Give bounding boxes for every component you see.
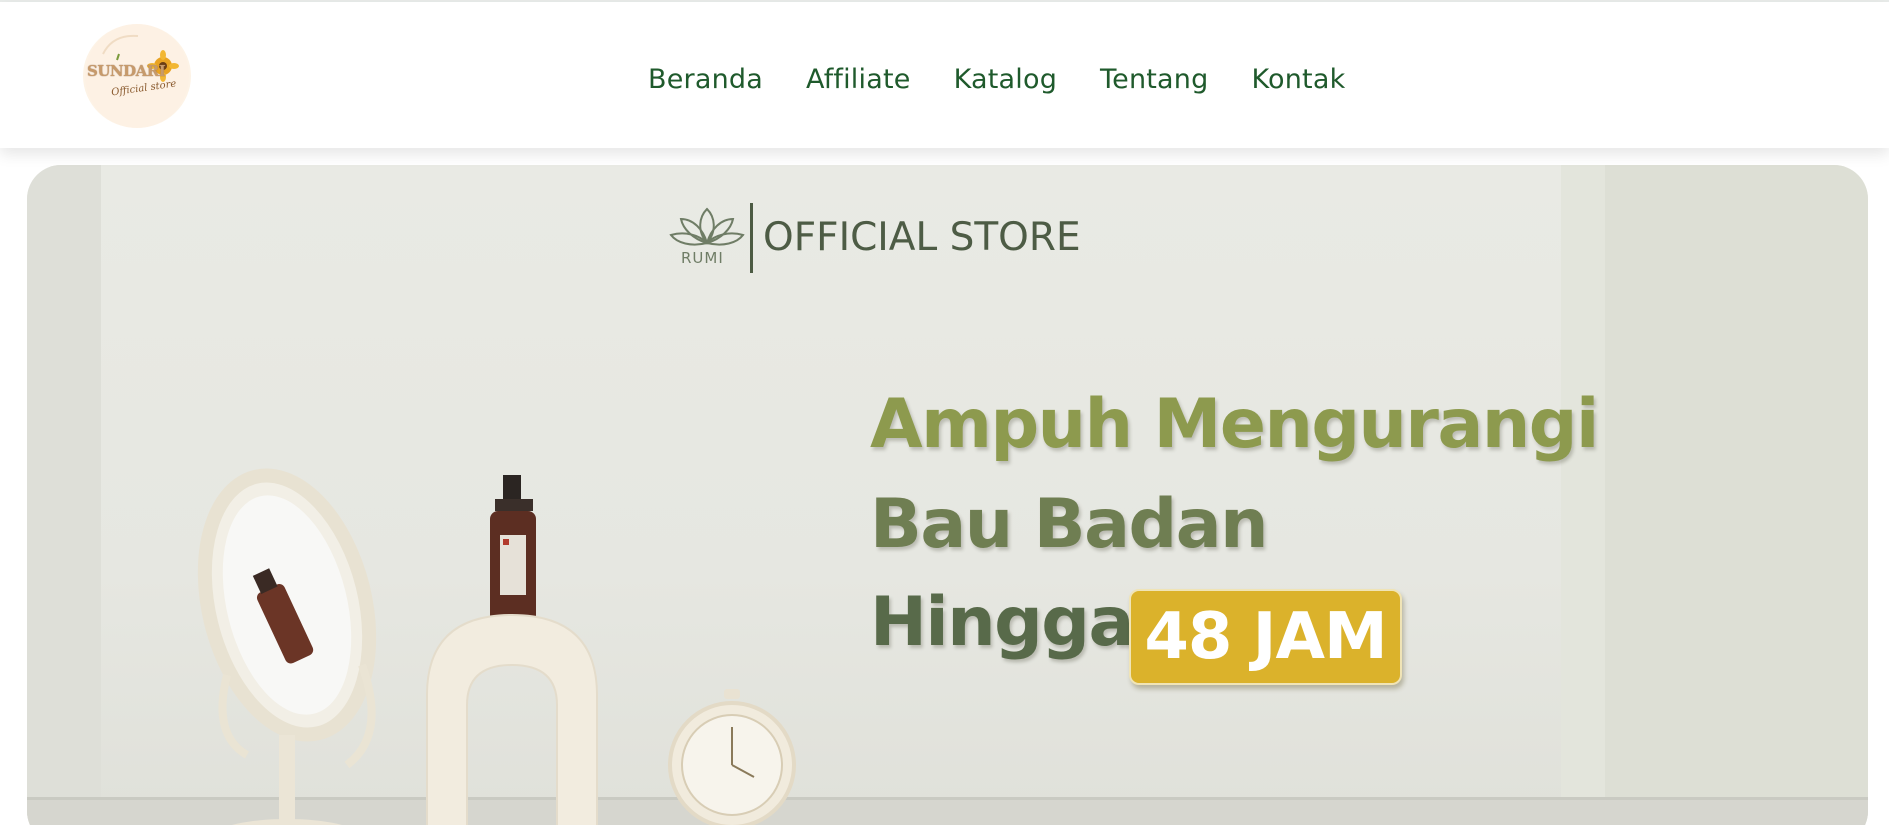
nav-link-affiliate[interactable]: Affiliate [806, 64, 911, 95]
vase-illustration [426, 475, 598, 825]
site-header: SUNDARI Official store Beranda Affiliate… [0, 2, 1889, 148]
site-logo[interactable]: SUNDARI Official store [83, 24, 191, 128]
rumi-logo-text: RUMI [681, 249, 724, 267]
headline-line-1: Ampuh Mengurangi [870, 385, 1599, 464]
nav-link-beranda[interactable]: Beranda [648, 64, 763, 95]
headline-line-2: Bau Badan [870, 485, 1269, 564]
hero-right-panel [1605, 165, 1868, 825]
nav-link-kontak[interactable]: Kontak [1251, 64, 1345, 95]
logo-brand-text: SUNDARI [87, 62, 166, 80]
rumi-logo: RUMI [667, 201, 747, 271]
store-title-divider [750, 203, 753, 273]
mirror-illustration [197, 468, 377, 825]
store-title: OFFICIAL STORE [763, 215, 1081, 260]
nav-link-tentang[interactable]: Tentang [1100, 64, 1208, 95]
main-nav: Beranda Affiliate Katalog Tentang Kontak [648, 59, 1345, 99]
nav-link-katalog[interactable]: Katalog [954, 64, 1057, 95]
headline-line-3: Hingga [870, 583, 1134, 662]
duration-badge: 48 JAM [1129, 589, 1402, 685]
alarm-clock-illustration [668, 689, 796, 825]
hero-left-strip [27, 165, 101, 825]
hero-right-shade [1561, 165, 1607, 825]
hero-banner[interactable]: RUMI OFFICIAL STORE Ampuh Mengurangi Bau… [27, 165, 1868, 825]
